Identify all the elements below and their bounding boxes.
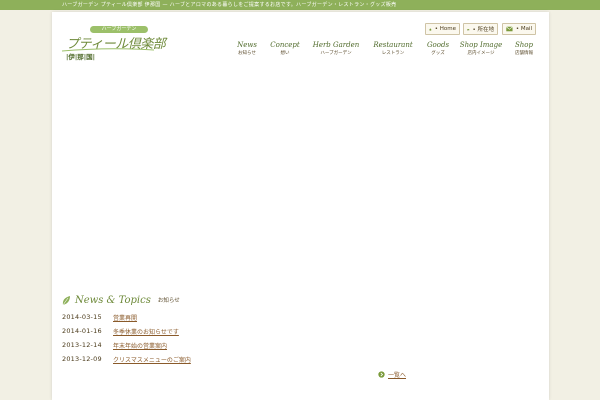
news-title: News & Topics <box>75 294 151 306</box>
hero-image-area <box>62 66 536 286</box>
logo-subtitle: |伊|那|国| <box>66 53 95 61</box>
top-banner: ハーブガーデン プティール倶楽部 伊那国 — ハーブとアロマのある暮らしをご提案… <box>0 0 600 10</box>
news-date: 2014-01-16 <box>62 327 102 335</box>
nav-goods[interactable]: Goods グッズ <box>426 41 450 57</box>
nav-herb-garden[interactable]: Herb Garden ハーブガーデン <box>311 41 361 57</box>
nav-herb-garden-sublabel: ハーブガーデン <box>320 51 352 56</box>
nav-shop-image[interactable]: Shop Image 店内イメージ <box>457 41 505 57</box>
news-date: 2014-03-15 <box>62 313 102 321</box>
nav-restaurant-label: Restaurant <box>373 41 413 49</box>
nav-goods-label: Goods <box>426 41 450 49</box>
home-icon <box>429 27 432 31</box>
home-link-label: • Home <box>434 26 456 32</box>
nav-restaurant-sublabel: レストラン <box>381 51 405 56</box>
news-date: 2013-12-09 <box>62 355 102 363</box>
nav-shop[interactable]: Shop 店舗情報 <box>511 41 537 57</box>
nav-concept-sublabel: 想い <box>280 51 290 56</box>
logo-badge: ハーブガーデン <box>90 26 148 33</box>
mail-link-label: • Mail <box>515 26 532 32</box>
nav-concept-label: Concept <box>270 41 300 49</box>
nav-news-label: News <box>237 41 257 49</box>
news-heading: News & Topics お知らせ <box>62 293 180 307</box>
top-banner-text: ハーブガーデン プティール倶楽部 伊那国 — ハーブとアロマのある暮らしをご提案… <box>62 2 397 8</box>
home-link[interactable]: • Home <box>425 23 460 35</box>
nav-shop-sublabel: 店舗情報 <box>515 51 533 56</box>
news-subtitle: お知らせ <box>157 298 180 304</box>
news-date: 2013-12-14 <box>62 341 102 349</box>
news-link[interactable]: 年末年始の営業案内 <box>113 341 167 350</box>
arrow-circle-icon <box>378 370 385 378</box>
nav-concept[interactable]: Concept 想い <box>268 41 302 57</box>
news-more-label: 一覧へ <box>388 371 407 379</box>
news-more-link[interactable]: 一覧へ <box>378 369 406 379</box>
nav-news[interactable]: News お知らせ <box>236 41 258 57</box>
site-logo[interactable]: ハーブガーデン プティール倶楽部 |伊|那|国| <box>62 26 166 61</box>
access-link-label: • 所在地 <box>472 27 495 33</box>
mail-link[interactable]: • Mail <box>502 23 536 35</box>
news-link[interactable]: 冬季休業のお知らせです <box>113 327 179 336</box>
nav-goods-sublabel: グッズ <box>431 51 445 56</box>
nav-shop-image-label: Shop Image <box>459 41 503 49</box>
nav-herb-garden-label: Herb Garden <box>312 41 360 49</box>
news-link[interactable]: クリスマスメニューのご案内 <box>113 355 191 364</box>
news-link[interactable]: 営業再開 <box>113 313 137 322</box>
leaf-icon <box>62 295 70 305</box>
access-link[interactable]: • 所在地 <box>463 23 498 35</box>
nav-shop-label: Shop <box>515 41 533 49</box>
car-icon <box>467 28 470 30</box>
nav-restaurant[interactable]: Restaurant レストラン <box>368 41 418 57</box>
nav-shop-image-sublabel: 店内イメージ <box>467 51 495 56</box>
mail-icon <box>506 26 513 32</box>
nav-news-sublabel: お知らせ <box>238 51 256 56</box>
